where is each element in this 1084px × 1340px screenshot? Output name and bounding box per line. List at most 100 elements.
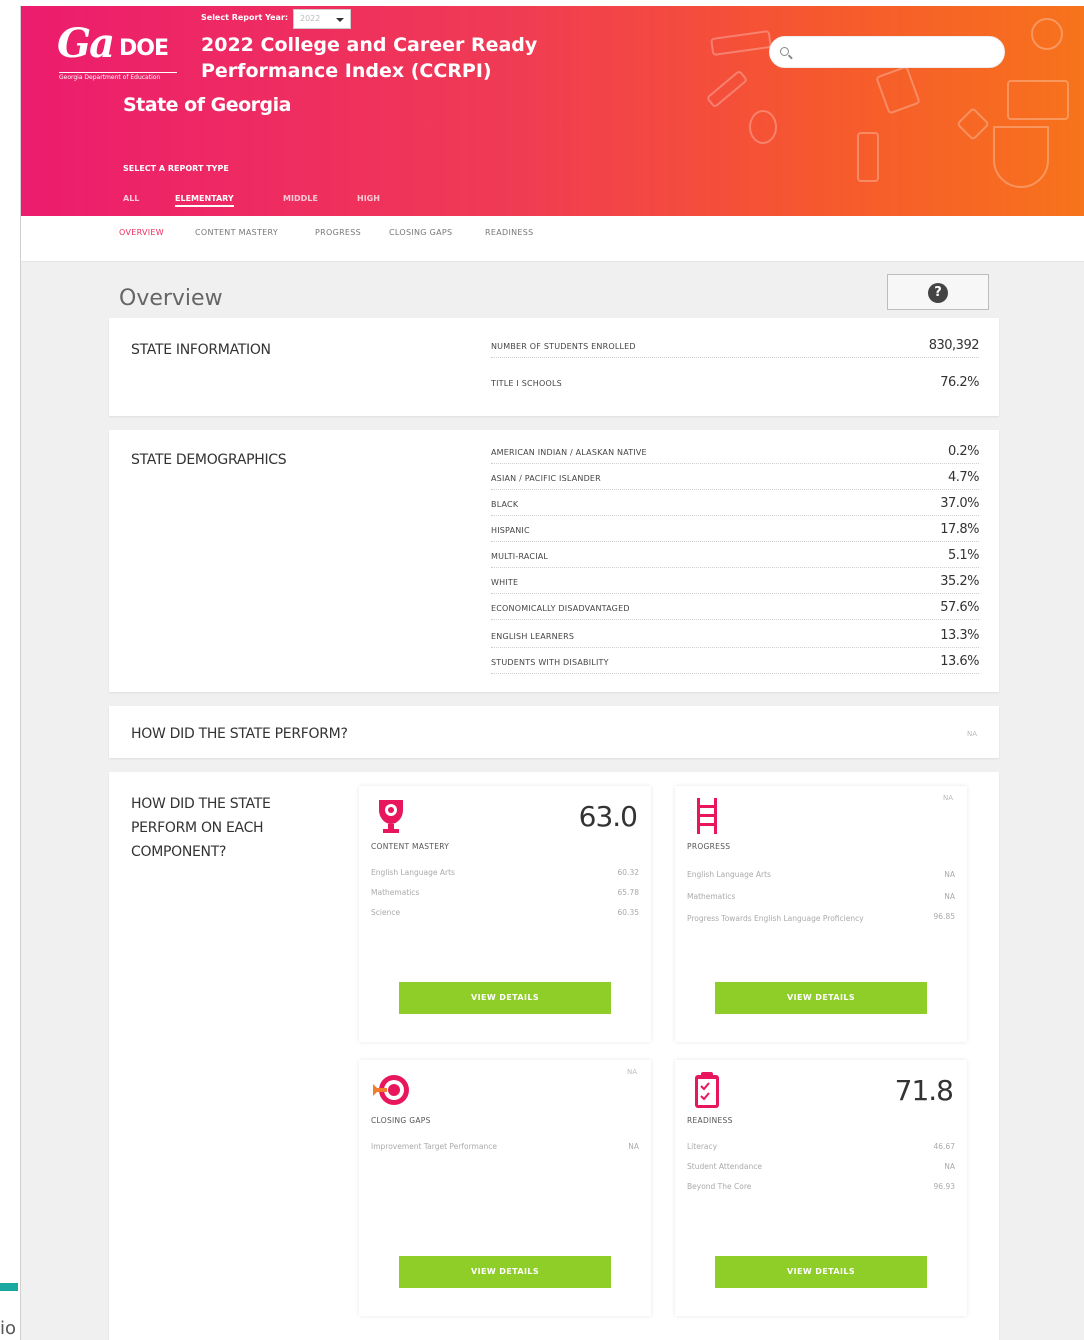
demographic-row: ECONOMICALLY DISADVANTAGED 57.6% — [491, 600, 979, 620]
section-nav: OVERVIEW CONTENT MASTERY PROGRESS CLOSIN… — [21, 216, 1084, 262]
search-input[interactable] — [769, 36, 1005, 68]
closing-gaps-panel: NA CLOSING GAPS Improvement Target Perfo… — [359, 1060, 651, 1316]
logo-ga-mark: Ga — [57, 20, 115, 67]
progress-panel: NA PROGRESS English Language Arts NA Math… — [675, 786, 967, 1042]
header-banner: Ga DOE Georgia Department of Education S… — [21, 6, 1084, 216]
demographic-row: STUDENTS WITH DISABILITY 13.6% — [491, 654, 979, 674]
content-mastery-panel: 63.0 CONTENT MASTERY English Language Ar… — [359, 786, 651, 1042]
tab-readiness[interactable]: READINESS — [485, 228, 534, 237]
overview-title: Overview — [119, 286, 223, 311]
component-line: Mathematics NA — [687, 892, 955, 901]
report-type-all[interactable]: ALL — [123, 194, 139, 203]
year-select[interactable]: 2022 — [293, 9, 351, 29]
demographic-row: MULTI-RACIAL 5.1% — [491, 548, 980, 568]
info-row-label: TITLE I SCHOOLS — [491, 379, 562, 388]
component-line-label: Mathematics — [371, 888, 420, 897]
component-line-label: Improvement Target Performance — [371, 1142, 497, 1151]
progress-view-details-button[interactable]: VIEW DETAILS — [715, 982, 927, 1014]
help-button[interactable]: ? — [887, 274, 989, 310]
component-line-label: Science — [371, 908, 401, 917]
component-line-label: Student Attendance — [687, 1162, 763, 1171]
readiness-view-details-button[interactable]: VIEW DETAILS — [715, 1256, 927, 1288]
component-line: Literacy 46.67 — [687, 1142, 955, 1151]
components-title-line1: HOW DID THE STATE — [131, 796, 271, 812]
logo-doe-mark: DOE — [119, 36, 169, 61]
demographic-label: WHITE — [491, 578, 519, 587]
state-demographics-card: STATE DEMOGRAPHICS AMERICAN INDIAN / ALA… — [109, 430, 999, 692]
book-doodle-icon — [1007, 80, 1069, 120]
component-line-label: English Language Arts — [687, 870, 771, 879]
progress-score: NA — [942, 794, 953, 802]
demographic-label: STUDENTS WITH DISABILITY — [491, 658, 609, 667]
components-title: HOW DID THE STATE PERFORM ON EACH COMPON… — [131, 792, 271, 864]
readiness-panel: 71.8 READINESS Literacy 46.67 Student Att… — [675, 1060, 967, 1316]
info-row-value: 830,392 — [928, 338, 980, 353]
components-title-line2: PERFORM ON EACH — [131, 820, 264, 836]
demographic-label: HISPANIC — [491, 526, 530, 535]
state-demographics-title: STATE DEMOGRAPHICS — [131, 452, 287, 468]
progress-name: PROGRESS — [687, 842, 731, 851]
demographic-row: ENGLISH LEARNERS 13.3% — [491, 628, 979, 648]
demographic-row: AMERICAN INDIAN / ALASKAN NATIVE 0.2% — [491, 444, 980, 464]
component-line-label: Progress Towards English Language Profic… — [687, 914, 864, 923]
demographic-label: ASIAN / PACIFIC ISLANDER — [491, 474, 601, 483]
demographic-value: 35.2% — [940, 574, 979, 589]
demographic-value: 17.8% — [940, 522, 979, 537]
apple-doodle-icon — [1031, 18, 1063, 50]
house-doodle-icon — [875, 65, 921, 115]
component-line-value: 96.93 — [933, 1182, 955, 1191]
gadoe-logo[interactable]: Ga DOE Georgia Department of Education — [57, 20, 179, 82]
component-line-value: 96.85 — [933, 912, 955, 921]
demographic-value: 5.1% — [947, 548, 980, 563]
components-title-line3: COMPONENT? — [131, 844, 227, 860]
state-perform-value: NA — [966, 730, 977, 738]
component-line: Student Attendance NA — [687, 1162, 955, 1171]
trophy-icon — [379, 800, 403, 833]
component-line: Mathematics 65.78 — [371, 888, 639, 897]
demographic-row: HISPANIC 17.8% — [491, 522, 979, 542]
ruler-doodle-icon — [710, 29, 772, 57]
demographic-label: ECONOMICALLY DISADVANTAGED — [491, 604, 630, 613]
info-row: NUMBER OF STUDENTS ENROLLED 830,392 — [491, 338, 980, 358]
demographic-value: 4.7% — [947, 470, 980, 485]
demographic-value: 57.6% — [940, 600, 979, 615]
closing-gaps-view-details-button[interactable]: VIEW DETAILS — [399, 1256, 611, 1288]
state-information-card: STATE INFORMATION NUMBER OF STUDENTS ENR… — [109, 318, 999, 416]
component-line: Science 60.35 — [371, 908, 639, 917]
component-line-value: 60.35 — [617, 908, 639, 917]
report-type-elementary[interactable]: ELEMENTARY — [175, 194, 234, 207]
page-title: 2022 College and Career Ready Performanc… — [201, 32, 561, 84]
readiness-name: READINESS — [687, 1116, 733, 1125]
report-type-middle[interactable]: MIDDLE — [283, 194, 318, 203]
demographic-row: ASIAN / PACIFIC ISLANDER 4.7% — [491, 470, 980, 490]
content-mastery-name: CONTENT MASTERY — [371, 842, 450, 851]
component-line-label: Literacy — [687, 1142, 718, 1151]
lightbulb-doodle-icon — [749, 110, 777, 144]
component-line-value: 60.32 — [617, 868, 639, 877]
component-line: English Language Arts NA — [687, 870, 955, 879]
state-information-title: STATE INFORMATION — [131, 342, 271, 358]
demographic-label: MULTI-RACIAL — [491, 552, 549, 561]
readiness-score: 71.8 — [894, 1074, 954, 1107]
state-name: State of Georgia — [123, 94, 291, 116]
state-perform-title: HOW DID THE STATE PERFORM? — [131, 726, 348, 742]
state-perform-card: HOW DID THE STATE PERFORM? NA — [109, 706, 999, 758]
tab-closing-gaps[interactable]: CLOSING GAPS — [389, 228, 452, 237]
closing-gaps-score: NA — [626, 1068, 637, 1076]
report-type-high[interactable]: HIGH — [357, 194, 380, 203]
content-mastery-view-details-button[interactable]: VIEW DETAILS — [399, 982, 611, 1014]
component-line: Progress Towards English Language Profic… — [687, 912, 955, 925]
closing-gaps-name: CLOSING GAPS — [371, 1116, 431, 1125]
ladder-icon — [697, 798, 717, 834]
tab-content-mastery[interactable]: CONTENT MASTERY — [195, 228, 278, 237]
page-title-line2: Performance Index (CCRPI) — [201, 60, 492, 82]
tab-progress[interactable]: PROGRESS — [315, 228, 361, 237]
edge-text: io — [0, 1318, 17, 1339]
tab-overview[interactable]: OVERVIEW — [119, 228, 164, 237]
component-line-value: 46.67 — [933, 1142, 955, 1151]
demographic-row: WHITE 35.2% — [491, 574, 979, 594]
question-circle-icon: ? — [928, 283, 948, 303]
component-line-label: English Language Arts — [371, 868, 455, 877]
page: Ga DOE Georgia Department of Education S… — [0, 0, 1084, 1340]
target-icon — [373, 1075, 409, 1105]
